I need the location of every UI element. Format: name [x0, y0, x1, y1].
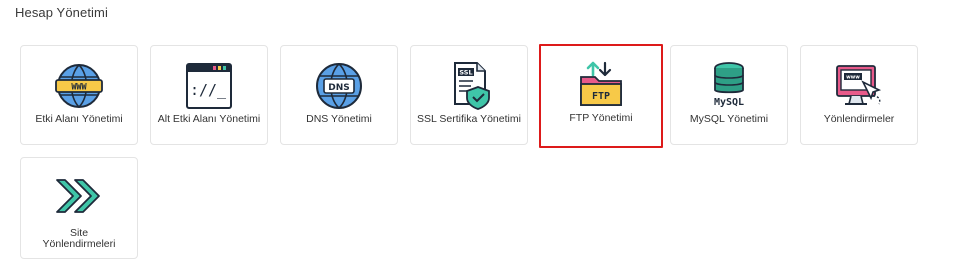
tile-ftp-management[interactable]: FTP FTP Yönetimi — [539, 44, 663, 148]
svg-text:WWW: WWW — [71, 83, 87, 93]
tile-label: FTP Yönetimi — [569, 112, 633, 124]
tile-label: Yönlendirmeler — [823, 113, 895, 125]
ssl-certificate-icon: SSL — [443, 60, 495, 112]
tile-label: SSL Sertifika Yönetimi — [417, 113, 521, 125]
svg-text:DNS: DNS — [328, 83, 350, 93]
section-title: Hesap Yönetimi — [15, 5, 108, 20]
tile-label: Alt Etki Alanı Yönetimi — [157, 113, 261, 125]
tile-mysql-management[interactable]: MySQL MySQL Yönetimi — [670, 45, 788, 145]
svg-text:FTP: FTP — [592, 91, 610, 102]
tile-domain-management[interactable]: WWW Etki Alanı Yönetimi — [20, 45, 138, 145]
tile-subdomain-management[interactable]: ://_ Alt Etki Alanı Yönetimi — [150, 45, 268, 145]
dns-globe-icon: DNS — [313, 60, 365, 112]
tile-label: Site Yönlendirmeleri — [42, 227, 116, 250]
tile-label: MySQL Yönetimi — [689, 113, 769, 125]
tile-label: DNS Yönetimi — [306, 113, 372, 125]
terminal-window-icon: ://_ — [183, 60, 235, 112]
database-icon: MySQL — [703, 60, 755, 112]
svg-text:www: www — [846, 75, 860, 81]
svg-text:://_: ://_ — [190, 81, 227, 99]
svg-text:MySQL: MySQL — [714, 97, 744, 108]
tile-dns-management[interactable]: DNS DNS Yönetimi — [280, 45, 398, 145]
tile-label: Etki Alanı Yönetimi — [35, 113, 123, 125]
svg-text:SSL: SSL — [459, 69, 472, 77]
tile-ssl-management[interactable]: SSL SSL Sertifika Yönetimi — [410, 45, 528, 145]
tile-site-redirects[interactable]: Site Yönlendirmeleri — [20, 157, 138, 259]
redirect-monitor-icon: www — [833, 60, 885, 112]
ftp-folder-icon: FTP — [575, 59, 627, 111]
double-arrow-icon — [53, 172, 105, 224]
tile-redirects[interactable]: www Yönlendirmeler — [800, 45, 918, 145]
www-globe-icon: WWW — [53, 60, 105, 112]
